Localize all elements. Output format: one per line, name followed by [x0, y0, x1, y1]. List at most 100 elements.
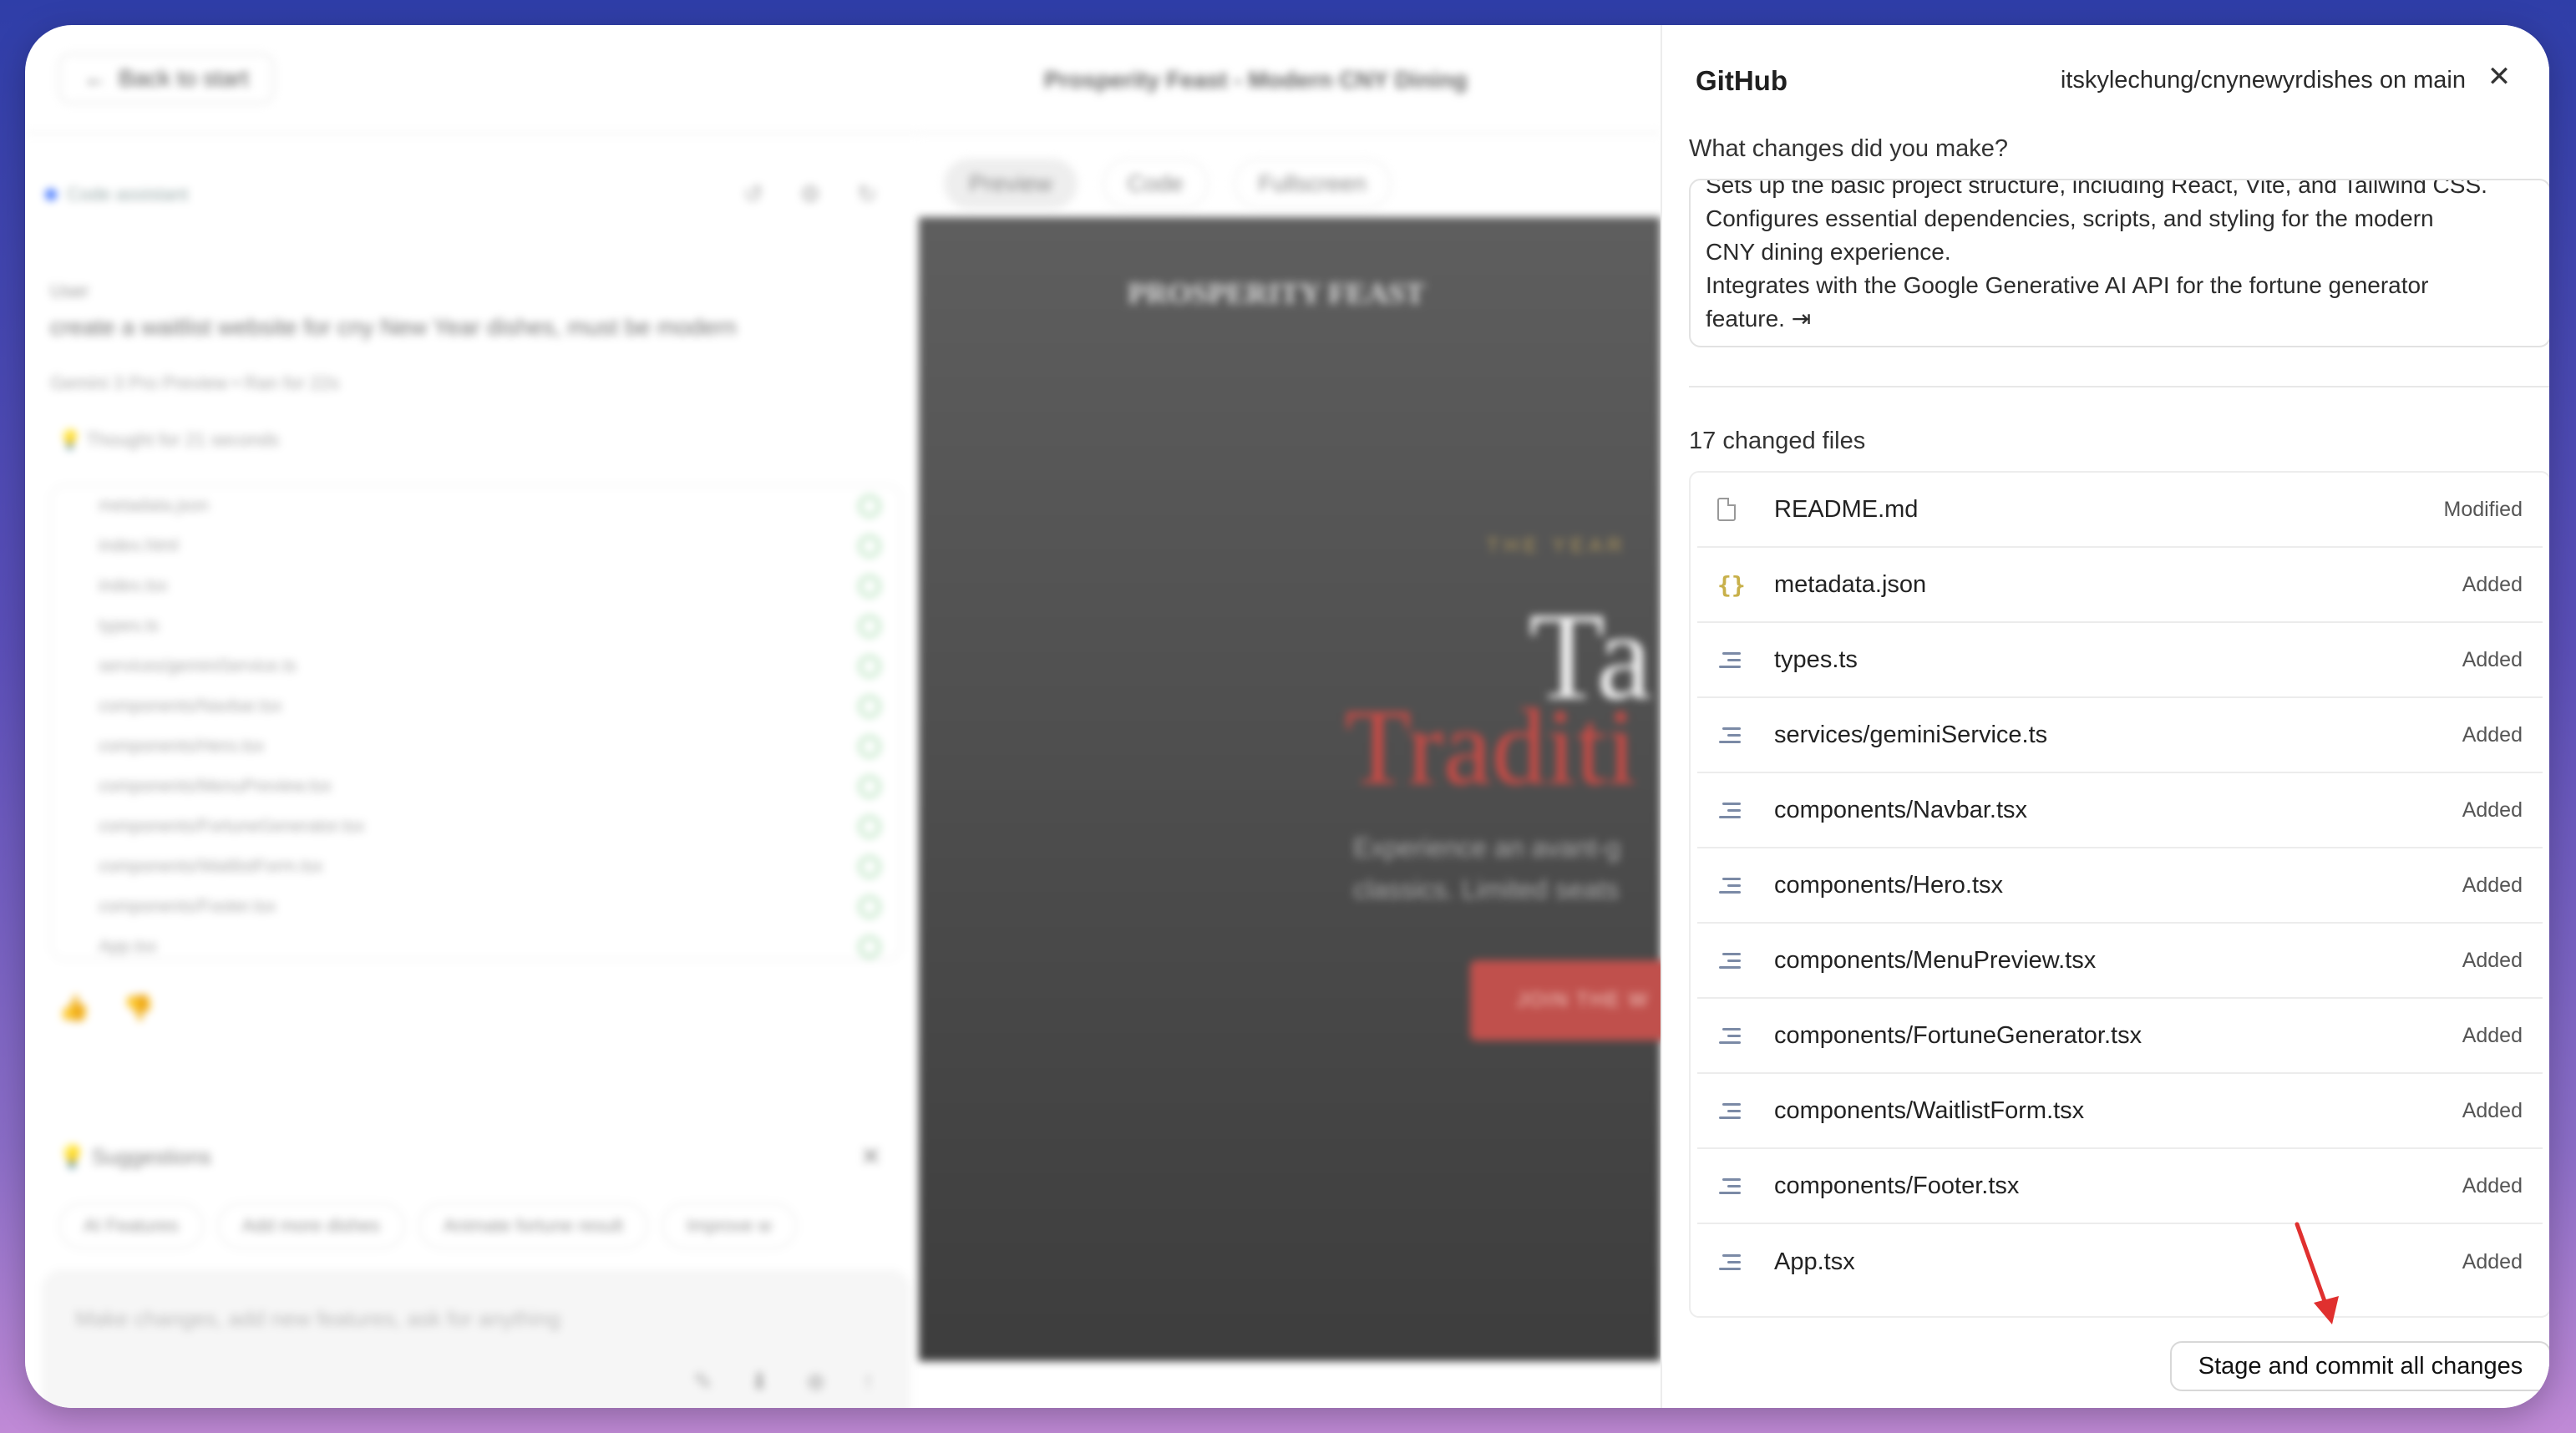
add-icon[interactable]: ⊕ [806, 1368, 825, 1395]
changed-files-count: 17 changed files [1689, 428, 1866, 454]
table-row[interactable]: services/geminiService.ts Added [1697, 698, 2543, 773]
list-item[interactable]: services/geminiService.ts [52, 646, 900, 686]
model-info: Gemini 3 Pro Preview • Ran for 22s [50, 372, 340, 393]
check-icon [859, 936, 880, 958]
file-name: types.ts [99, 616, 160, 635]
file-status: Added [2462, 1098, 2523, 1122]
image-icon[interactable]: ✎ [693, 1368, 712, 1395]
repo-branch: itskylechung/cnynewyrdishes on main [2060, 67, 2466, 94]
file-status: Added [2462, 798, 2523, 822]
table-row[interactable]: components/MenuPreview.tsx Added [1697, 924, 2543, 999]
commit-message-line: feature. ⇥ [1706, 306, 1812, 332]
suggestion-chip[interactable]: AI Features [58, 1203, 204, 1249]
prompt-placeholder: Make changes, add new features, ask for … [75, 1306, 561, 1331]
file-name: components/FortuneGenerator.tsx [1774, 1021, 2142, 1049]
blurred-app-background: ← Back to start Prosperity Feast - Moder… [25, 25, 1671, 1408]
table-row[interactable]: components/FortuneGenerator.tsx Added [1697, 999, 2543, 1074]
table-row[interactable]: components/WaitlistForm.tsx Added [1697, 1074, 2543, 1149]
assistant-header: Code assistant [45, 184, 189, 205]
file-status: Added [2462, 647, 2523, 671]
close-icon[interactable]: ✕ [2482, 60, 2516, 94]
tab-fullscreen[interactable]: Fullscreen [1233, 159, 1392, 209]
file-name: types.ts [1774, 646, 1858, 673]
list-item[interactable]: types.ts [52, 606, 900, 646]
list-item[interactable]: components/WaitlistForm.tsx [52, 847, 900, 887]
commit-message-line: Configures essential dependencies, scrip… [1706, 205, 2434, 231]
file-status: Added [2462, 722, 2523, 747]
commit-message-field[interactable]: Sets up the basic project structure, inc… [1689, 179, 2549, 347]
list-item[interactable]: metadata.json [52, 486, 900, 526]
chat-panel: Code assistant ↺ ⚙ ↻ User create a waitl… [25, 134, 919, 1408]
commit-message-line: Sets up the basic project structure, inc… [1706, 179, 2487, 198]
file-name: components/Footer.tsx [99, 897, 276, 916]
tab-code[interactable]: Code [1102, 159, 1209, 209]
divider [1689, 386, 2549, 387]
lines-icon [1717, 877, 1761, 894]
tab-preview[interactable]: Preview [944, 159, 1078, 209]
preview-subtitle-line: Experience an avant-g [1353, 833, 1621, 863]
lines-icon [1717, 1177, 1761, 1194]
suggestion-chips: AI Features Add more dishes Animate fort… [58, 1203, 797, 1249]
thumbs-up-icon[interactable]: 👍 [58, 994, 89, 1023]
app-window: ← Back to start Prosperity Feast - Moder… [25, 25, 2549, 1408]
file-status: Added [2462, 873, 2523, 897]
file-name: components/Hero.tsx [1774, 871, 2004, 899]
commit-message-line: Integrates with the Google Generative AI… [1706, 272, 2429, 298]
back-to-start-button[interactable]: ← Back to start [58, 53, 274, 104]
check-icon [859, 495, 880, 517]
table-row[interactable]: App.tsx Added [1697, 1224, 2543, 1299]
table-row[interactable]: components/Hero.tsx Added [1697, 848, 2543, 924]
list-item[interactable]: App.tsx [52, 927, 900, 967]
prompt-toolbar: ✎ ⬇ ⊕ ↑ [693, 1368, 874, 1395]
list-item[interactable]: components/Hero.tsx [52, 727, 900, 767]
preview-heading-accent: Traditi [1345, 687, 1637, 808]
assistant-label: Code assistant [67, 184, 189, 205]
stage-and-commit-button[interactable]: Stage and commit all changes [2170, 1341, 2549, 1391]
commit-message-line: CNY dining experience. [1706, 239, 1951, 265]
user-message: create a waitlist website for cny New Ye… [50, 314, 737, 340]
suggestion-chip[interactable]: Add more dishes [216, 1203, 405, 1249]
prompt-input[interactable]: Make changes, add new features, ask for … [42, 1269, 910, 1408]
thought-label: Thought for 21 seconds [86, 429, 280, 450]
list-item[interactable]: components/Navbar.tsx [52, 686, 900, 727]
file-name: components/Footer.tsx [1774, 1172, 2020, 1199]
list-item[interactable]: components/Footer.tsx [52, 887, 900, 927]
thought-summary[interactable]: 💡 Thought for 21 seconds [58, 429, 279, 451]
thumbs-down-icon[interactable]: 👎 [123, 994, 154, 1023]
list-item[interactable]: components/FortuneGenerator.tsx [52, 807, 900, 847]
check-icon [859, 736, 880, 757]
suggestion-chip[interactable]: Improve w [662, 1203, 797, 1249]
braces-icon: {} [1717, 570, 1746, 599]
preview-logo: PROSPERITY FEAST [1128, 276, 1425, 310]
check-icon [859, 575, 880, 597]
back-label: Back to start [119, 65, 249, 91]
preview-cta-button[interactable]: JOIN THE W [1470, 960, 1671, 1041]
refresh-icon[interactable]: ↻ [858, 180, 877, 208]
lines-icon [1717, 1253, 1761, 1270]
table-row[interactable]: README.md Modified [1697, 473, 2543, 548]
list-item[interactable]: components/MenuPreview.tsx [52, 767, 900, 807]
gear-icon[interactable]: ⚙ [799, 180, 820, 208]
lines-icon [1717, 1102, 1761, 1119]
close-icon[interactable]: ✕ [860, 1142, 881, 1172]
panel-title: GitHub [1696, 65, 1787, 96]
site-preview: PROSPERITY FEAST THE YEAR Ta Traditi Exp… [919, 217, 1671, 1361]
mic-icon[interactable]: ⬇ [749, 1368, 768, 1395]
table-row[interactable]: {} metadata.json Added [1697, 548, 2543, 623]
list-item[interactable]: index.html [52, 526, 900, 566]
check-icon [859, 816, 880, 838]
check-icon [859, 856, 880, 878]
check-icon [859, 656, 880, 677]
assistant-toolbar: ↺ ⚙ ↻ [743, 180, 877, 208]
table-row[interactable]: types.ts Added [1697, 623, 2543, 698]
table-row[interactable]: components/Navbar.tsx Added [1697, 773, 2543, 848]
file-status: Added [2462, 1023, 2523, 1047]
send-icon[interactable]: ↑ [862, 1368, 874, 1395]
suggestion-chip[interactable]: Animate fortune result [418, 1203, 649, 1249]
feedback-buttons: 👍 👎 [58, 994, 155, 1023]
history-icon[interactable]: ↺ [743, 180, 763, 208]
list-item[interactable]: index.tsx [52, 566, 900, 606]
table-row[interactable]: components/Footer.tsx Added [1697, 1149, 2543, 1224]
suggestions-header: 💡 Suggestions [58, 1144, 211, 1169]
top-bar: ← Back to start Prosperity Feast - Moder… [25, 25, 1661, 134]
